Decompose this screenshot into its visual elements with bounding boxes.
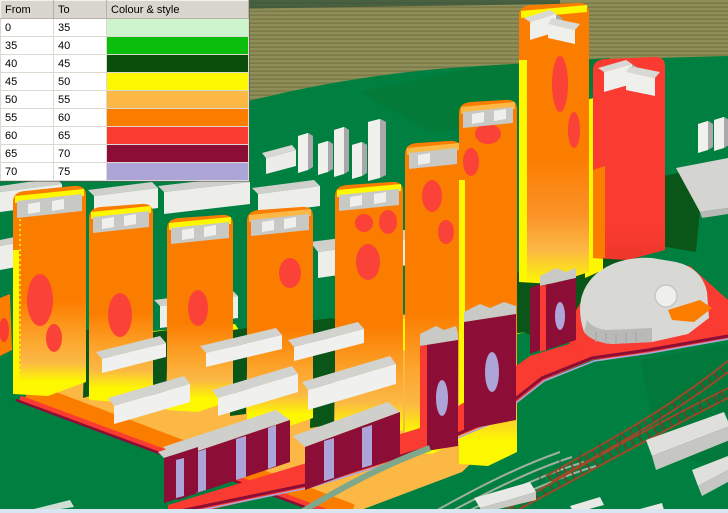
legend-from-value: 0: [1, 19, 54, 37]
legend-row: 65 70: [1, 145, 249, 163]
legend-color-swatch: [107, 109, 249, 127]
tower-block-e: [335, 182, 403, 444]
legend-color-swatch: [107, 55, 249, 73]
legend-to-value: 70: [54, 145, 107, 163]
legend-to-value: 40: [54, 37, 107, 55]
legend-color-swatch: [107, 127, 249, 145]
legend-color-swatch: [107, 73, 249, 91]
legend-color-swatch: [107, 145, 249, 163]
legend-row: 70 75: [1, 163, 249, 181]
legend-from-value: 60: [1, 127, 54, 145]
legend-col-from: From: [1, 1, 54, 19]
legend-to-value: 45: [54, 55, 107, 73]
legend-color-swatch: [107, 37, 249, 55]
legend-row: 40 45: [1, 55, 249, 73]
tower-block-i: [593, 57, 665, 260]
legend-header-row: From To Colour & style: [1, 1, 249, 19]
legend-to-value: 75: [54, 163, 107, 181]
legend-row: 55 60: [1, 109, 249, 127]
legend-from-value: 65: [1, 145, 54, 163]
legend-col-colour: Colour & style: [107, 1, 249, 19]
legend-color-swatch: [107, 163, 249, 181]
legend-row: 60 65: [1, 127, 249, 145]
legend-from-value: 70: [1, 163, 54, 181]
legend-to-value: 60: [54, 109, 107, 127]
legend-from-value: 55: [1, 109, 54, 127]
legend-color-swatch: [107, 91, 249, 109]
legend-to-value: 65: [54, 127, 107, 145]
legend-to-value: 55: [54, 91, 107, 109]
legend-to-value: 35: [54, 19, 107, 37]
tower-block-b: [89, 204, 153, 402]
tower-block-a: [13, 186, 86, 396]
legend-row: 50 55: [1, 91, 249, 109]
legend-from-value: 35: [1, 37, 54, 55]
window-bottom-edge: [0, 509, 728, 513]
legend-color-swatch: [107, 19, 249, 37]
legend-table: From To Colour & style 0 35 35 40 40 45: [0, 0, 249, 181]
legend-from-value: 45: [1, 73, 54, 91]
legend-row: 35 40: [1, 37, 249, 55]
legend-to-value: 50: [54, 73, 107, 91]
legend-row: 45 50: [1, 73, 249, 91]
legend-from-value: 40: [1, 55, 54, 73]
legend-from-value: 50: [1, 91, 54, 109]
application-window: From To Colour & style 0 35 35 40 40 45: [0, 0, 728, 513]
legend-row: 0 35: [1, 19, 249, 37]
legend-col-to: To: [54, 1, 107, 19]
tower-sliver-left: [0, 294, 12, 356]
